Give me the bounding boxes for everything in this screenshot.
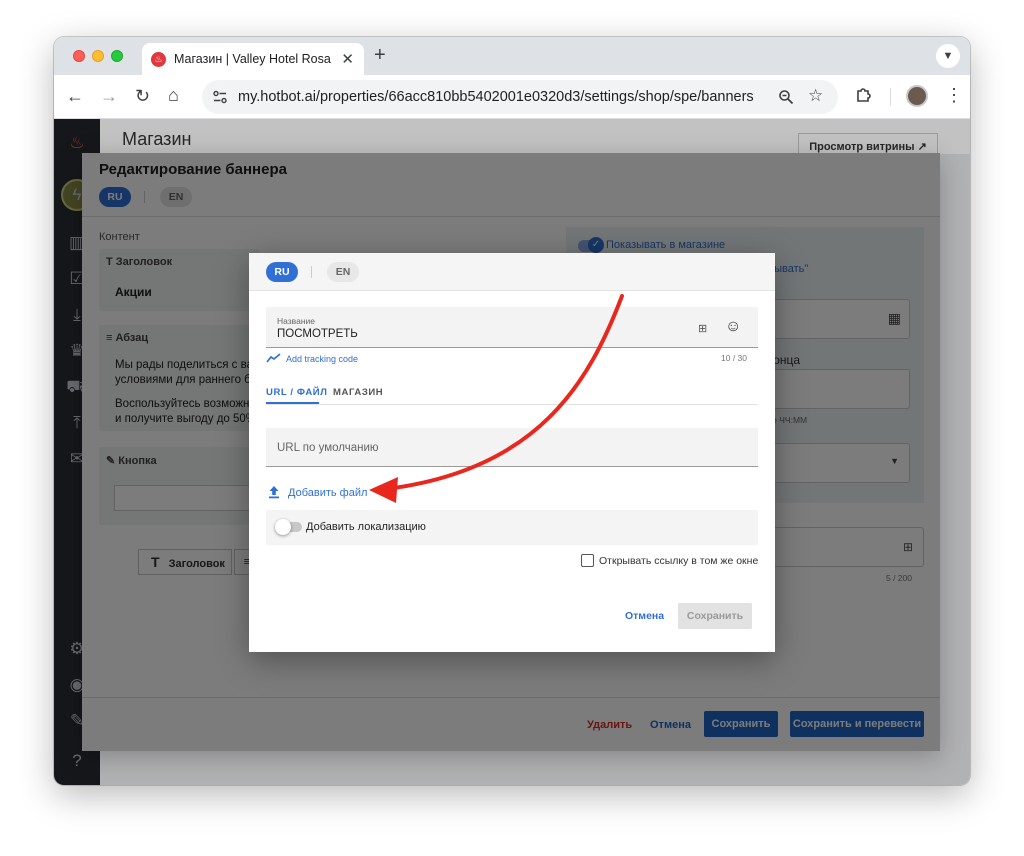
add-localization-toggle[interactable]: [275, 519, 302, 535]
tab-url-file[interactable]: URL / ФАЙЛ: [266, 387, 328, 398]
button-settings-dialog: RU EN Название ПОСМОТРЕТЬ ⊞ ☺ Add tracki…: [249, 253, 775, 652]
back-arrow-icon[interactable]: ←: [66, 86, 84, 106]
browser-menu-icon[interactable]: ⋮: [945, 85, 963, 105]
dialog-save-button[interactable]: Сохранить: [678, 603, 752, 629]
toggle-knob: [275, 519, 291, 535]
profile-avatar[interactable]: [906, 85, 928, 107]
address-bar[interactable]: my.hotbot.ai/properties/66acc810bb540200…: [202, 80, 838, 114]
close-window-button[interactable]: [73, 50, 85, 62]
browser-toolbar: ← → ↻ ⌂ my.hotbot.ai/properties/66acc810…: [54, 75, 970, 119]
forward-arrow-icon[interactable]: →: [100, 86, 118, 106]
button-name-label: Название: [277, 316, 315, 326]
zoom-icon[interactable]: [778, 89, 794, 105]
localization-row: Добавить локализацию: [266, 510, 758, 545]
reload-icon[interactable]: ↻: [135, 86, 150, 106]
upload-file-icon[interactable]: [268, 485, 280, 499]
default-url-input[interactable]: URL по умолчанию: [266, 428, 758, 467]
button-name-value: ПОСМОТРЕТЬ: [277, 328, 358, 340]
dialog-header: RU EN: [249, 253, 775, 291]
add-tracking-code-link[interactable]: Add tracking code: [286, 354, 358, 364]
tab-search-chevron-icon[interactable]: ▼: [936, 44, 960, 68]
button-name-field[interactable]: Название ПОСМОТРЕТЬ ⊞ ☺: [266, 307, 758, 348]
toolbar-separator: [890, 88, 891, 106]
hotbot-favicon-icon: ♨: [151, 52, 166, 67]
tab-close-icon[interactable]: ✕: [341, 50, 354, 68]
open-same-window-checkbox[interactable]: [581, 554, 594, 567]
tabs-divider: [266, 404, 758, 405]
bookmark-star-icon[interactable]: ☆: [808, 86, 823, 106]
add-localization-label: Добавить локализацию: [306, 521, 426, 533]
extensions-puzzle-icon[interactable]: [855, 86, 873, 104]
site-settings-icon[interactable]: [212, 89, 228, 105]
lang-tab-ru[interactable]: RU: [266, 262, 298, 282]
tab-shop[interactable]: МАГАЗИН: [333, 387, 383, 398]
url-text: my.hotbot.ai/properties/66acc810bb540200…: [238, 89, 754, 105]
open-same-window-label: Открывать ссылку в том же окне: [599, 555, 759, 567]
tab-title: Магазин | Valley Hotel Rosa K: [174, 52, 334, 66]
emoji-smile-icon[interactable]: ☺: [725, 318, 741, 336]
name-char-counter: 10 / 30: [721, 353, 747, 363]
add-file-link[interactable]: Добавить файл: [288, 487, 367, 499]
default-url-placeholder: URL по умолчанию: [277, 442, 379, 454]
translate-icon[interactable]: ⊞: [698, 322, 707, 335]
minimize-window-button[interactable]: [92, 50, 104, 62]
maximize-window-button[interactable]: [111, 50, 123, 62]
dialog-cancel-button[interactable]: Отмена: [625, 610, 664, 622]
browser-tab-active[interactable]: ♨ Магазин | Valley Hotel Rosa K ✕: [142, 43, 364, 75]
trending-up-icon: [266, 353, 281, 363]
new-tab-button[interactable]: +: [374, 44, 386, 67]
home-icon[interactable]: ⌂: [168, 85, 179, 105]
lang-tab-en[interactable]: EN: [327, 262, 359, 282]
tab-strip: ♨ Магазин | Valley Hotel Rosa K ✕ + ▼: [54, 37, 970, 75]
lang-separator: [311, 266, 312, 278]
